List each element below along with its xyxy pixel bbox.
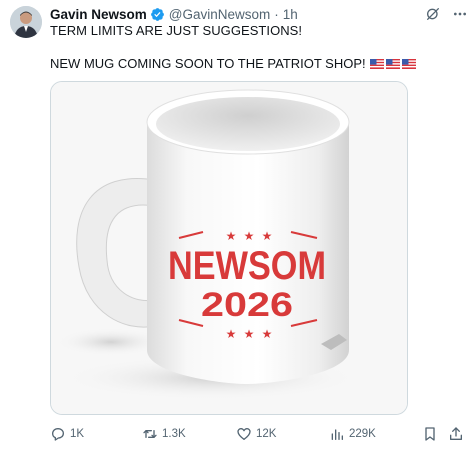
reply-count: 1K: [70, 428, 85, 440]
reply-icon: [52, 428, 64, 441]
tweet-text-line1: TERM LIMITS ARE JUST SUGGESTIONS!: [50, 23, 303, 38]
share-icon: [450, 427, 462, 440]
mug-text-year: 2026: [201, 286, 293, 324]
views-button[interactable]: 229K: [329, 424, 376, 444]
svg-text:★: ★: [244, 229, 255, 243]
repost-button[interactable]: 1.3K: [142, 424, 186, 444]
timestamp[interactable]: 1h: [283, 7, 298, 22]
mug-text-newsom: NEWSOM: [168, 244, 326, 288]
views-icon: [331, 429, 343, 440]
like-icon: [237, 428, 251, 440]
tweet-text-line2: NEW MUG COMING SOON TO THE PATRIOT SHOP!: [50, 56, 416, 71]
grok-icon[interactable]: [425, 6, 441, 22]
tweet-text-line2-label: NEW MUG COMING SOON TO THE PATRIOT SHOP!: [50, 56, 366, 71]
separator-dot: ·: [274, 6, 279, 22]
tweet-media[interactable]: ★ ★ ★ ★ ★ ★ NEWSOM 2026: [50, 81, 408, 415]
bookmark-icon: [425, 427, 435, 441]
us-flag-icon: [401, 58, 416, 69]
verified-badge-icon[interactable]: [150, 7, 165, 22]
svg-text:★: ★: [244, 327, 255, 341]
svg-text:★: ★: [226, 327, 237, 341]
reply-button[interactable]: 1K: [50, 424, 84, 444]
mug-image: ★ ★ ★ ★ ★ ★ NEWSOM 2026: [51, 82, 407, 414]
us-flag-icon: [385, 58, 400, 69]
tweet-header: Gavin Newsom @GavinNewsom · 1h: [50, 5, 298, 23]
repost-count: 1.3K: [162, 428, 186, 440]
us-flag-icon: [369, 58, 384, 69]
tweet: Gavin Newsom @GavinNewsom · 1h TERM LIMI…: [0, 0, 474, 450]
like-count: 12K: [256, 428, 277, 440]
more-icon[interactable]: [452, 6, 468, 22]
view-count: 229K: [349, 428, 376, 440]
author-name[interactable]: Gavin Newsom: [50, 7, 147, 22]
like-button[interactable]: 12K: [236, 424, 276, 444]
svg-text:★: ★: [262, 229, 273, 243]
us-flags: [369, 58, 416, 69]
author-handle[interactable]: @GavinNewsom: [169, 7, 270, 22]
avatar[interactable]: [10, 6, 42, 38]
svg-text:★: ★: [226, 229, 237, 243]
bookmark-button[interactable]: [422, 424, 438, 444]
share-button[interactable]: [448, 424, 464, 444]
svg-text:★: ★: [262, 327, 273, 341]
action-bar: 1K 1.3K 12K 229K: [50, 424, 470, 444]
repost-icon: [143, 430, 157, 438]
